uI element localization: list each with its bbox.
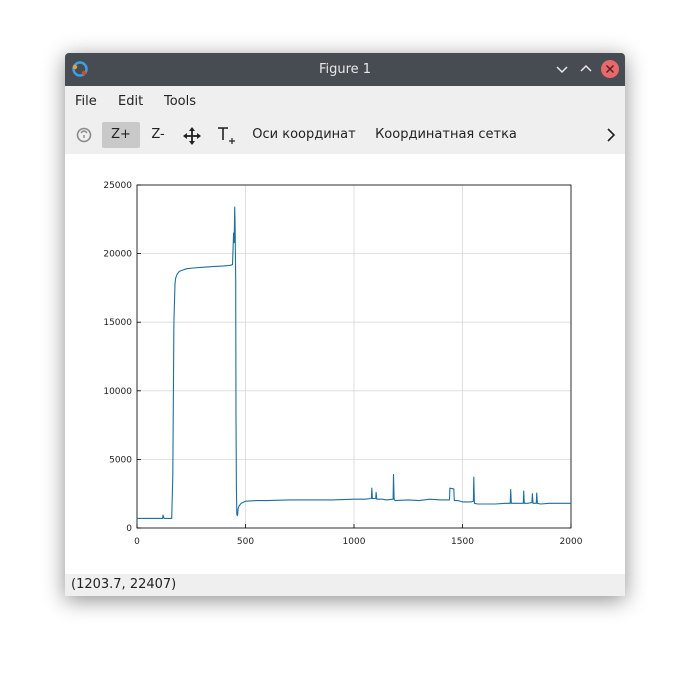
status-bar: (1203.7, 22407) [65, 574, 625, 596]
y-tick-label: 15000 [103, 318, 132, 328]
menu-file[interactable]: File [75, 94, 97, 109]
toolbar: Z+ Z- Оси координат Координатная сетка [65, 114, 625, 154]
figure-window: Figure 1 File Edit Tools Z+ Z- Оси коорд… [65, 53, 625, 596]
grid-toggle-button[interactable]: Координатная сетка [373, 122, 519, 148]
x-tick-label: 1500 [451, 537, 474, 547]
y-tick-label: 5000 [109, 455, 132, 465]
y-tick-label: 0 [126, 524, 132, 534]
x-tick-label: 1000 [343, 537, 366, 547]
pan-icon[interactable] [182, 126, 202, 146]
x-tick-label: 500 [237, 537, 254, 547]
cursor-coordinates: (1203.7, 22407) [71, 577, 177, 592]
x-tick-label: 0 [134, 537, 140, 547]
menu-tools[interactable]: Tools [164, 94, 196, 109]
zoom-out-button[interactable]: Z- [145, 122, 171, 148]
axes-toggle-button[interactable]: Оси координат [249, 122, 359, 148]
maximize-icon[interactable] [576, 59, 596, 79]
rotate-icon[interactable] [75, 126, 93, 144]
window-title: Figure 1 [318, 62, 372, 77]
y-tick-label: 20000 [103, 250, 132, 260]
minimize-icon[interactable] [552, 59, 572, 79]
menu-edit[interactable]: Edit [118, 94, 143, 109]
menu-bar: File Edit Tools [65, 86, 625, 114]
line-chart[interactable]: 0 500 1000 1500 2000050001000015000200002500… [65, 154, 625, 574]
zoom-in-button[interactable]: Z+ [102, 122, 140, 148]
close-icon[interactable] [600, 59, 620, 79]
x-tick-label: 2000 [560, 537, 583, 547]
chevron-right-icon[interactable] [605, 127, 617, 143]
y-tick-label: 25000 [103, 181, 132, 191]
plot-area[interactable]: 0 500 1000 1500 2000 0 5000 10000 15000 20000 2500… [65, 154, 625, 574]
title-bar: Figure 1 [65, 53, 625, 86]
insert-text-icon[interactable] [215, 124, 237, 146]
y-tick-label: 10000 [103, 387, 132, 397]
